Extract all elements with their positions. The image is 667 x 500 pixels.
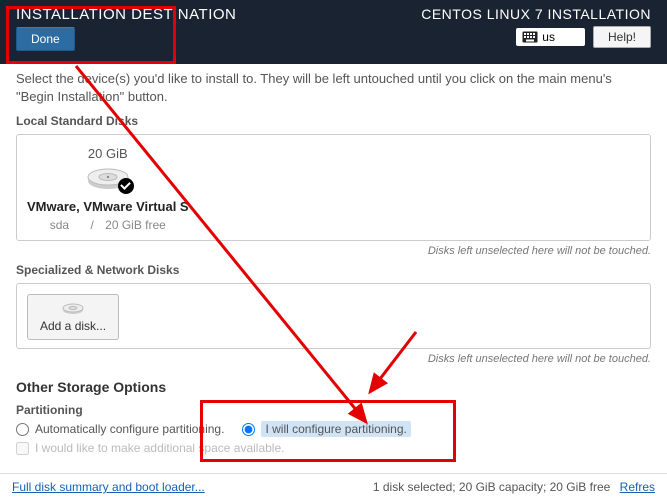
add-disk-button[interactable]: Add a disk... — [27, 294, 119, 340]
intro-text: Select the device(s) you'd like to insta… — [16, 70, 651, 106]
keyboard-layout-indicator[interactable]: us — [516, 28, 585, 46]
disk-size: 20 GiB — [88, 146, 128, 161]
page-title: INSTALLATION DESTINATION — [16, 6, 236, 23]
footer-bar: Full disk summary and boot loader... 1 d… — [0, 473, 667, 500]
network-disks-header: Specialized & Network Disks — [16, 263, 651, 277]
disk-device: sda — [50, 218, 69, 232]
keyboard-layout-label: us — [542, 30, 555, 44]
additional-space-label: I would like to make additional space av… — [35, 441, 284, 455]
additional-space-row[interactable]: I would like to make additional space av… — [16, 441, 651, 455]
disk-separator: / — [90, 218, 93, 232]
local-disks-hint: Disks left unselected here will not be t… — [16, 245, 651, 257]
network-disks-container: Add a disk... — [16, 283, 651, 349]
auto-partition-radio[interactable] — [16, 423, 29, 436]
selected-checkmark-icon — [118, 178, 134, 194]
partitioning-subtitle: Partitioning — [16, 403, 651, 417]
hard-disk-icon — [86, 163, 130, 191]
summary-link[interactable]: Full disk summary and boot loader... — [12, 480, 205, 494]
disk-subinfo: sda / 20 GiB free — [50, 218, 166, 232]
manual-partition-radio[interactable] — [242, 423, 255, 436]
disk-free: 20 GiB free — [105, 218, 166, 232]
other-storage-title: Other Storage Options — [16, 379, 651, 395]
disk-card[interactable]: 20 GiB VMware, VMware Virtual S sda / 20… — [27, 146, 189, 232]
network-disks-hint: Disks left unselected here will not be t… — [16, 353, 651, 365]
disk-name: VMware, VMware Virtual S — [27, 199, 189, 214]
hard-disk-small-icon — [62, 301, 84, 315]
refresh-link[interactable]: Refres — [620, 480, 655, 494]
top-bar: INSTALLATION DESTINATION Done CENTOS LIN… — [0, 0, 667, 64]
done-button[interactable]: Done — [16, 27, 75, 51]
auto-partition-label: Automatically configure partitioning. — [35, 422, 224, 436]
manual-partition-label: I will configure partitioning. — [261, 421, 410, 437]
installer-title: CENTOS LINUX 7 INSTALLATION — [421, 6, 651, 22]
keyboard-icon — [522, 31, 538, 43]
local-disks-container: 20 GiB VMware, VMware Virtual S sda / 20… — [16, 134, 651, 241]
local-disks-header: Local Standard Disks — [16, 114, 651, 128]
add-disk-label: Add a disk... — [40, 319, 106, 333]
footer-status: 1 disk selected; 20 GiB capacity; 20 GiB… — [373, 480, 610, 494]
additional-space-checkbox — [16, 442, 29, 455]
auto-partition-row[interactable]: Automatically configure partitioning. I … — [16, 421, 651, 437]
help-button[interactable]: Help! — [593, 26, 651, 48]
